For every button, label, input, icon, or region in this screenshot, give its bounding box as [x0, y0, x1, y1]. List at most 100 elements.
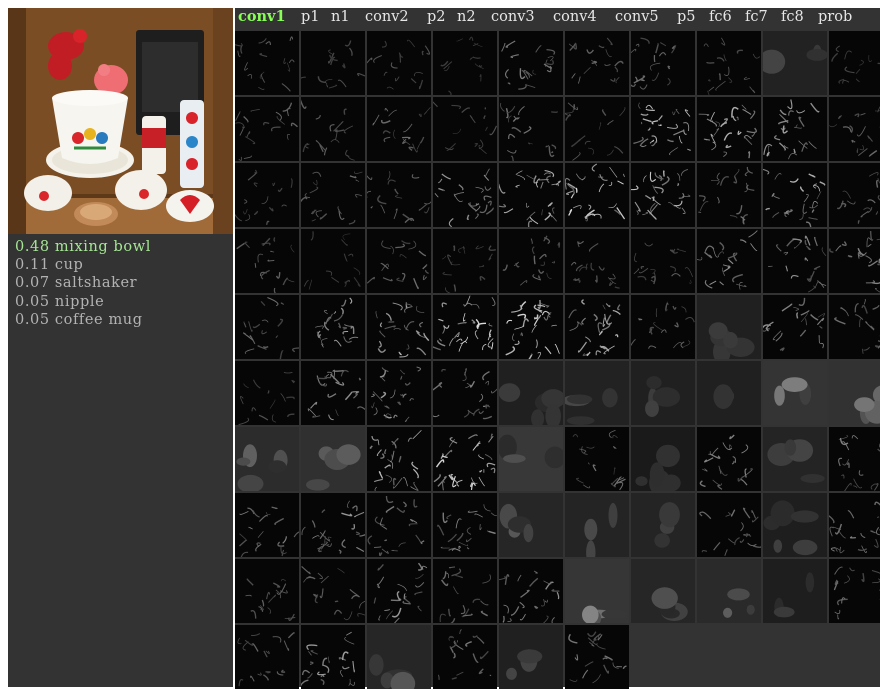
- tab-conv3[interactable]: conv3: [491, 8, 535, 26]
- feature-map-47[interactable]: [631, 295, 695, 359]
- feature-map-35[interactable]: [499, 229, 563, 293]
- feature-map-56[interactable]: [565, 361, 629, 425]
- feature-map-86[interactable]: [565, 559, 629, 623]
- tab-fc7[interactable]: fc7: [745, 8, 768, 26]
- tab-fc8[interactable]: fc8: [781, 8, 804, 26]
- feature-map-52[interactable]: [301, 361, 365, 425]
- feature-map-19[interactable]: [763, 97, 827, 161]
- feature-map-76[interactable]: [565, 493, 629, 557]
- feature-map-81[interactable]: [235, 559, 299, 623]
- feature-map-45[interactable]: [499, 295, 563, 359]
- feature-map-22[interactable]: [301, 163, 365, 227]
- feature-map-3[interactable]: [367, 31, 431, 95]
- feature-map-61[interactable]: [235, 427, 299, 491]
- feature-map-36[interactable]: [565, 229, 629, 293]
- feature-map-30[interactable]: [829, 163, 880, 227]
- feature-map-55[interactable]: [499, 361, 563, 425]
- feature-map-24[interactable]: [433, 163, 497, 227]
- tab-fc6[interactable]: fc6: [709, 8, 732, 26]
- feature-map-58[interactable]: [697, 361, 761, 425]
- feature-map-88[interactable]: [697, 559, 761, 623]
- feature-map-5[interactable]: [499, 31, 563, 95]
- feature-map-8[interactable]: [697, 31, 761, 95]
- tab-conv4[interactable]: conv4: [553, 8, 597, 26]
- feature-map-20[interactable]: [829, 97, 880, 161]
- feature-map-54[interactable]: [433, 361, 497, 425]
- tab-p5[interactable]: p5: [677, 8, 696, 26]
- feature-map-25[interactable]: [499, 163, 563, 227]
- feature-map-93[interactable]: [367, 625, 431, 689]
- feature-map-10[interactable]: [829, 31, 880, 95]
- feature-map-9[interactable]: [763, 31, 827, 95]
- feature-map-34[interactable]: [433, 229, 497, 293]
- feature-map-60[interactable]: [829, 361, 880, 425]
- feature-map-37[interactable]: [631, 229, 695, 293]
- feature-map-94[interactable]: [433, 625, 497, 689]
- tab-conv1[interactable]: conv1: [238, 8, 286, 26]
- feature-map-41[interactable]: [235, 295, 299, 359]
- tab-p1[interactable]: p1: [301, 8, 320, 26]
- feature-map-42[interactable]: [301, 295, 365, 359]
- feature-map-63[interactable]: [367, 427, 431, 491]
- feature-map-84[interactable]: [433, 559, 497, 623]
- feature-map-43[interactable]: [367, 295, 431, 359]
- feature-map-83[interactable]: [367, 559, 431, 623]
- feature-map-17[interactable]: [631, 97, 695, 161]
- tab-n2[interactable]: n2: [457, 8, 476, 26]
- tab-conv5[interactable]: conv5: [615, 8, 659, 26]
- feature-map-29[interactable]: [763, 163, 827, 227]
- feature-map-51[interactable]: [235, 361, 299, 425]
- feature-map-32[interactable]: [301, 229, 365, 293]
- feature-map-21[interactable]: [235, 163, 299, 227]
- feature-map-67[interactable]: [631, 427, 695, 491]
- feature-map-1[interactable]: [235, 31, 299, 95]
- feature-map-15[interactable]: [499, 97, 563, 161]
- feature-map-68[interactable]: [697, 427, 761, 491]
- feature-map-49[interactable]: [763, 295, 827, 359]
- feature-map-62[interactable]: [301, 427, 365, 491]
- feature-map-23[interactable]: [367, 163, 431, 227]
- feature-map-75[interactable]: [499, 493, 563, 557]
- feature-map-66[interactable]: [565, 427, 629, 491]
- feature-map-57[interactable]: [631, 361, 695, 425]
- feature-map-2[interactable]: [301, 31, 365, 95]
- feature-map-53[interactable]: [367, 361, 431, 425]
- feature-map-77[interactable]: [631, 493, 695, 557]
- feature-map-39[interactable]: [763, 229, 827, 293]
- tab-conv2[interactable]: conv2: [365, 8, 409, 26]
- feature-map-72[interactable]: [301, 493, 365, 557]
- tab-p2[interactable]: p2: [427, 8, 446, 26]
- feature-map-11[interactable]: [235, 97, 299, 161]
- tab-n1[interactable]: n1: [331, 8, 350, 26]
- feature-map-87[interactable]: [631, 559, 695, 623]
- feature-map-80[interactable]: [829, 493, 880, 557]
- feature-map-89[interactable]: [763, 559, 827, 623]
- feature-map-65[interactable]: [499, 427, 563, 491]
- tab-prob[interactable]: prob: [818, 8, 852, 26]
- feature-map-50[interactable]: [829, 295, 880, 359]
- feature-map-95[interactable]: [499, 625, 563, 689]
- feature-map-38[interactable]: [697, 229, 761, 293]
- feature-map-31[interactable]: [235, 229, 299, 293]
- feature-map-48[interactable]: [697, 295, 761, 359]
- feature-map-90[interactable]: [829, 559, 880, 623]
- feature-map-18[interactable]: [697, 97, 761, 161]
- feature-map-6[interactable]: [565, 31, 629, 95]
- feature-map-46[interactable]: [565, 295, 629, 359]
- feature-map-78[interactable]: [697, 493, 761, 557]
- feature-map-33[interactable]: [367, 229, 431, 293]
- feature-map-16[interactable]: [565, 97, 629, 161]
- feature-map-44[interactable]: [433, 295, 497, 359]
- feature-map-71[interactable]: [235, 493, 299, 557]
- feature-map-96[interactable]: [565, 625, 629, 689]
- feature-map-13[interactable]: [367, 97, 431, 161]
- feature-map-74[interactable]: [433, 493, 497, 557]
- feature-map-82[interactable]: [301, 559, 365, 623]
- feature-map-70[interactable]: [829, 427, 880, 491]
- feature-map-27[interactable]: [631, 163, 695, 227]
- feature-map-12[interactable]: [301, 97, 365, 161]
- feature-map-7[interactable]: [631, 31, 695, 95]
- feature-map-14[interactable]: [433, 97, 497, 161]
- feature-map-69[interactable]: [763, 427, 827, 491]
- feature-map-26[interactable]: [565, 163, 629, 227]
